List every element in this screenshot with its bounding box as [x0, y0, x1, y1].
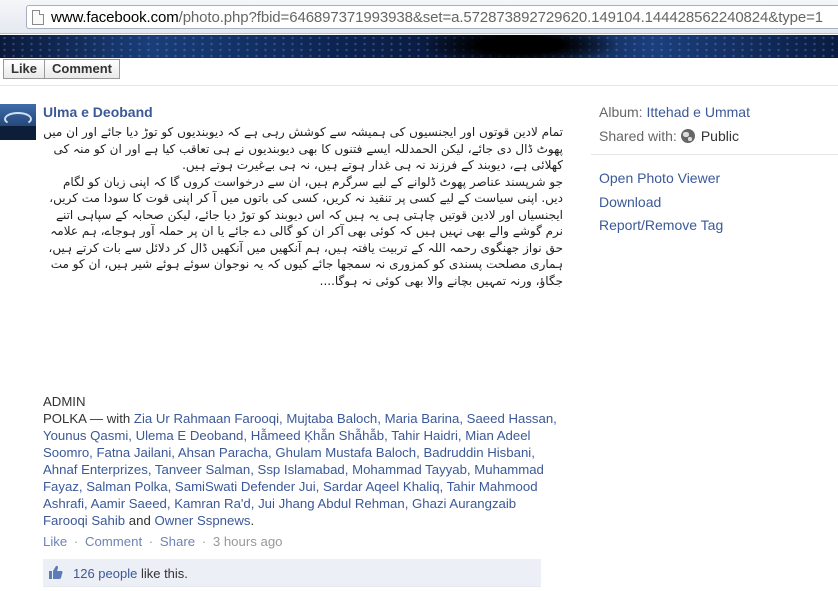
- signature-name: POLKA: [43, 411, 87, 426]
- thumbs-up-icon: [49, 565, 63, 579]
- post-signature: ADMIN POLKA — with Zia Ur Rahmaan Farooq…: [43, 393, 558, 529]
- divider: [0, 85, 838, 86]
- album-link[interactable]: Ittehad e Ummat: [646, 104, 750, 120]
- privacy-value[interactable]: Public: [701, 128, 739, 144]
- likes-summary: 126 people like this.: [43, 559, 541, 587]
- separator-dot: ·: [201, 534, 207, 549]
- sidebar-divider: [591, 154, 838, 155]
- photo-sidebar: Album: Ittehad e Ummat Shared with: Publi…: [591, 104, 838, 233]
- address-bar[interactable]: www.facebook.com/photo.php?fbid=64689737…: [26, 5, 838, 29]
- download-link[interactable]: Download: [599, 194, 723, 218]
- globe-icon[interactable]: [680, 129, 695, 143]
- with-label: — with: [86, 411, 134, 426]
- album-row: Album: Ittehad e Ummat: [599, 104, 838, 127]
- photo-action-buttons: Like Comment: [3, 59, 120, 79]
- and-label: and: [125, 513, 155, 528]
- likes-suffix: like this.: [137, 566, 188, 581]
- shared-with-row: Shared with: Public: [599, 127, 838, 150]
- author-name-link[interactable]: Ulma e Deoband: [43, 104, 153, 120]
- tagged-people-links[interactable]: Zia Ur Rahmaan Farooqi, Mujtaba Baloch, …: [43, 411, 557, 528]
- open-photo-viewer-link[interactable]: Open Photo Viewer: [599, 170, 723, 194]
- separator-dot: ·: [73, 534, 79, 549]
- page-icon: [32, 10, 44, 25]
- photo-like-button[interactable]: Like: [3, 59, 46, 79]
- comment-link[interactable]: Comment: [85, 534, 142, 549]
- photo-options-list: Open Photo Viewer Download Report/Remove…: [599, 170, 723, 241]
- share-link[interactable]: Share: [160, 534, 195, 549]
- likes-count-link[interactable]: 126 people: [73, 566, 137, 581]
- shared-with-label: Shared with:: [599, 128, 677, 144]
- album-label: Album:: [599, 104, 643, 120]
- likes-text: 126 people like this.: [73, 566, 188, 581]
- browser-toolbar: www.facebook.com/photo.php?fbid=64689737…: [0, 0, 838, 34]
- photo-footer: [0, 58, 838, 78]
- photo-image[interactable]: [0, 35, 838, 58]
- url-path: /photo.php?fbid=646897371993938&set=a.57…: [178, 9, 824, 26]
- url-text[interactable]: www.facebook.com/photo.php?fbid=64689737…: [51, 9, 823, 26]
- photo-comment-button[interactable]: Comment: [45, 59, 120, 79]
- post-caption: تمام لادین قوتوں اور ایجنسیوں کی ہمیشہ س…: [43, 124, 563, 289]
- report-remove-tag-link[interactable]: Report/Remove Tag: [599, 217, 723, 241]
- signature-admin: ADMIN: [43, 394, 86, 409]
- caption-paragraph: تمام لادین قوتوں اور ایجنسیوں کی ہمیشہ س…: [43, 125, 563, 172]
- caption-paragraph: جو شرپسند عناصر پھوٹ ڈلوانے کے لیے سرگرم…: [48, 174, 564, 288]
- end-punct: .: [250, 513, 255, 528]
- post-action-links: Like · Comment · Share · 3 hours ago: [43, 534, 282, 549]
- separator-dot: ·: [148, 534, 154, 549]
- tagged-others-link[interactable]: Owner Sspnews: [154, 513, 250, 528]
- like-link[interactable]: Like: [43, 534, 67, 549]
- author-avatar[interactable]: [0, 104, 36, 140]
- timestamp-link[interactable]: 3 hours ago: [213, 534, 283, 549]
- url-host: www.facebook.com: [51, 9, 179, 26]
